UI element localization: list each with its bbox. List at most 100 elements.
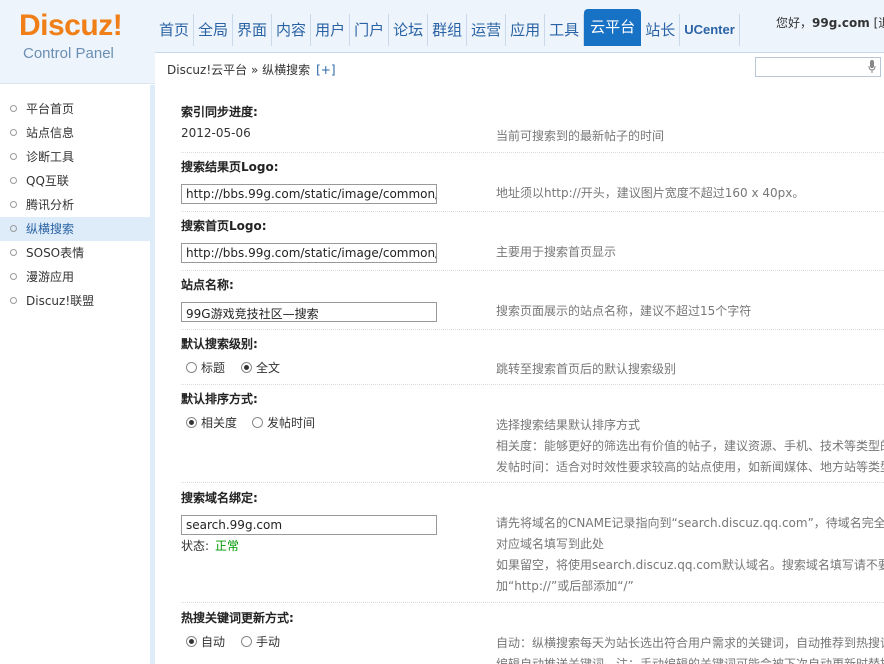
- radio-circle-checked[interactable]: [186, 636, 197, 647]
- nav-tools[interactable]: 工具: [545, 14, 585, 46]
- site-name-tip: 搜索页面展示的站点名称，建议不超过15个字符: [496, 304, 752, 318]
- section-default-sort: 默认排序方式: 相关度 发帖时间 选择搜索结果默认排序方式 相关度：能够更好的筛…: [181, 385, 884, 483]
- section-default-level: 默认搜索级别: 标题 全文 跳转至搜索首页后的默认搜索级别: [181, 330, 884, 385]
- bullet-icon: [10, 225, 17, 232]
- hotword-tip-2: 编辑自动推送关键词。注：手动编辑的关键词可能会被下次自动更新时替换: [496, 657, 884, 664]
- sidebar-item-label: SOSO表情: [26, 246, 85, 260]
- home-logo-label: 搜索首页Logo:: [181, 219, 267, 233]
- logout-link[interactable]: [退: [874, 16, 884, 30]
- default-sort-tip-2: 相关度：能够更好的筛选出有价值的帖子，建议资源、手机、技术等类型的站点使用: [496, 439, 884, 453]
- section-domain-binding: 搜索域名绑定: search.99g.com 状态: 正常 请先将域名的CNAME…: [181, 483, 884, 603]
- microphone-icon[interactable]: [868, 60, 876, 74]
- bullet-icon: [10, 249, 17, 256]
- sidebar-item-discuz-union[interactable]: Discuz!联盟: [0, 289, 150, 313]
- sidebar-item-label: QQ互联: [26, 174, 69, 188]
- add-shortcut-link[interactable]: [+]: [316, 63, 335, 77]
- domain-tip-1: 请先将域名的CNAME记录指向到“search.discuz.qq.com”，待…: [496, 516, 884, 530]
- nav-operation[interactable]: 运营: [467, 14, 507, 46]
- breadcrumb-path: Discuz!云平台 » 纵横搜索: [167, 63, 311, 77]
- bullet-icon: [10, 201, 17, 208]
- bullet-icon: [10, 153, 17, 160]
- status-label: 状态:: [181, 539, 210, 553]
- logo-main-text: Discuz!: [19, 9, 123, 42]
- radio-title[interactable]: 标题: [186, 359, 225, 376]
- default-level-tip: 跳转至搜索首页后的默认搜索级别: [496, 362, 677, 376]
- sidebar-item-label: 诊断工具: [26, 150, 75, 164]
- sidebar-item-diagnostics[interactable]: 诊断工具: [0, 145, 150, 169]
- domain-input[interactable]: search.99g.com: [181, 515, 437, 535]
- sidebar-item-label: Discuz!联盟: [26, 294, 95, 308]
- sidebar-item-roaming-apps[interactable]: 漫游应用: [0, 265, 150, 289]
- radio-post-time[interactable]: 发帖时间: [252, 414, 315, 431]
- breadcrumb-bar: Discuz!云平台 » 纵横搜索 [+]: [155, 52, 884, 84]
- section-home-logo: 搜索首页Logo: http://bbs.99g.com/static/imag…: [181, 212, 884, 271]
- domain-tip-2: 对应域名填写到此处: [496, 537, 605, 551]
- radio-circle[interactable]: [241, 636, 252, 647]
- nav-style[interactable]: 界面: [233, 14, 273, 46]
- bullet-icon: [10, 105, 17, 112]
- radio-circle-checked[interactable]: [241, 362, 252, 373]
- sidebar-item-tencent-analytics[interactable]: 腾讯分析: [0, 193, 150, 217]
- sidebar-item-label: 平台首页: [26, 102, 75, 116]
- site-name-input[interactable]: 99G游戏竞技社区—搜索: [181, 302, 437, 322]
- user-greeting: 您好，99g.com [退: [776, 14, 884, 31]
- radio-fulltext[interactable]: 全文: [241, 359, 280, 376]
- nav-portal[interactable]: 门户: [350, 14, 390, 46]
- nav-cloud-platform[interactable]: 云平台: [584, 9, 642, 46]
- nav-ucenter[interactable]: UCenter: [680, 14, 740, 46]
- radio-relevance-label: 相关度: [201, 416, 238, 430]
- radio-manual[interactable]: 手动: [241, 633, 280, 650]
- radio-circle-checked[interactable]: [186, 417, 197, 428]
- radio-title-label: 标题: [201, 361, 226, 375]
- nav-user[interactable]: 用户: [311, 14, 351, 46]
- domain-label: 搜索域名绑定:: [181, 491, 258, 505]
- hotword-label: 热搜关键词更新方式:: [181, 611, 294, 625]
- result-logo-label: 搜索结果页Logo:: [181, 160, 279, 174]
- home-logo-tip: 主要用于搜索首页显示: [496, 245, 617, 259]
- radio-circle[interactable]: [252, 417, 263, 428]
- header: Discuz! Control Panel 首页 全局 界面 内容 用户 门户 …: [0, 0, 884, 84]
- sidebar-item-soso-emoji[interactable]: SOSO表情: [0, 241, 150, 265]
- sidebar-item-site-info[interactable]: 站点信息: [0, 121, 150, 145]
- domain-tip-4: 加“http://”或后部添加“/”: [496, 579, 634, 593]
- sidebar-item-platform-home[interactable]: 平台首页: [0, 97, 150, 121]
- sync-tip: 当前可搜索到的最新帖子的时间: [496, 129, 665, 143]
- bullet-icon: [10, 129, 17, 136]
- breadcrumb: Discuz!云平台 » 纵横搜索 [+]: [167, 61, 336, 78]
- greeting-text: 您好，: [776, 16, 813, 30]
- sidebar-item-label: 漫游应用: [26, 270, 75, 284]
- bullet-icon: [10, 297, 17, 304]
- sidebar: 平台首页 站点信息 诊断工具 QQ互联 腾讯分析 纵横搜索 SOSO表情 漫游应…: [0, 85, 150, 664]
- home-logo-input[interactable]: http://bbs.99g.com/static/image/common/l…: [181, 243, 437, 263]
- sidebar-item-label: 站点信息: [26, 126, 75, 140]
- bullet-icon: [10, 177, 17, 184]
- radio-auto[interactable]: 自动: [186, 633, 225, 650]
- section-sync-progress: 索引同步进度: 2012-05-06 当前可搜索到的最新帖子的时间: [181, 95, 884, 153]
- sidebar-item-qq-connect[interactable]: QQ互联: [0, 169, 150, 193]
- nav-app[interactable]: 应用: [506, 14, 546, 46]
- nav-webmaster[interactable]: 站长: [641, 14, 681, 46]
- sidebar-item-search[interactable]: 纵横搜索: [0, 217, 150, 241]
- bullet-icon: [10, 273, 17, 280]
- main-content: 索引同步进度: 2012-05-06 当前可搜索到的最新帖子的时间 搜索结果页L…: [155, 85, 884, 664]
- radio-fulltext-label: 全文: [256, 361, 281, 375]
- nav-forum[interactable]: 论坛: [389, 14, 429, 46]
- logo[interactable]: Discuz! Control Panel: [0, 0, 150, 84]
- nav-global[interactable]: 全局: [194, 14, 234, 46]
- default-sort-label: 默认排序方式:: [181, 392, 258, 406]
- radio-auto-label: 自动: [201, 635, 226, 649]
- nav-home[interactable]: 首页: [155, 14, 195, 46]
- result-logo-input[interactable]: http://bbs.99g.com/static/image/common/l…: [181, 184, 437, 204]
- nav-content[interactable]: 内容: [272, 14, 312, 46]
- sync-value: 2012-05-06: [181, 126, 251, 140]
- result-logo-tip: 地址须以http://开头，建议图片宽度不超过160 x 40px。: [496, 186, 805, 200]
- sync-label: 索引同步进度:: [181, 105, 258, 119]
- sidebar-item-label: 腾讯分析: [26, 198, 75, 212]
- site-name-label: 站点名称:: [181, 278, 234, 292]
- nav-group[interactable]: 群组: [428, 14, 468, 46]
- status-value: 正常: [215, 539, 240, 553]
- radio-relevance[interactable]: 相关度: [186, 414, 237, 431]
- radio-post-time-label: 发帖时间: [267, 416, 316, 430]
- search-input[interactable]: [755, 57, 881, 77]
- radio-circle[interactable]: [186, 362, 197, 373]
